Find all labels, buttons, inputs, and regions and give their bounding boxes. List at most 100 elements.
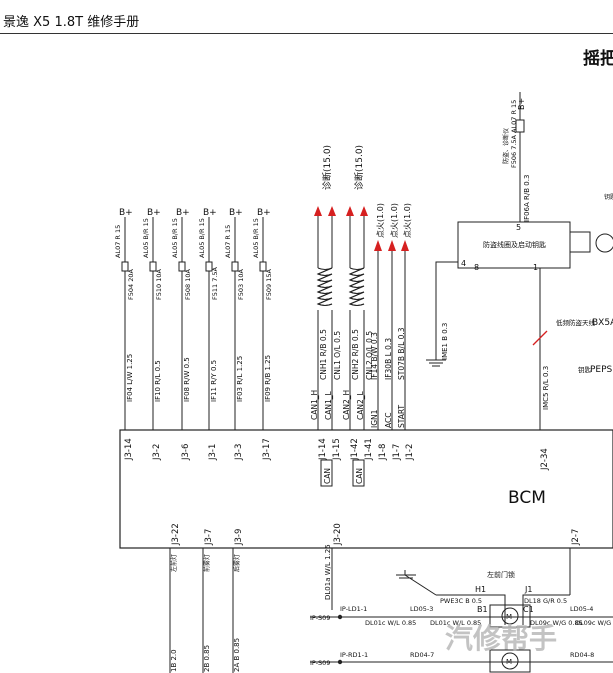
immo-pin: J2-34 bbox=[540, 448, 550, 471]
wiring-diagram: 摇把 BCM B+ B+ B+ B+ B+ B+ AL07 R 15 AL05 … bbox=[114, 48, 613, 673]
relay-code: AL05 B/R 15 bbox=[142, 218, 150, 258]
connector-label: RD04-7 bbox=[410, 651, 434, 659]
wire-code: IF08 R/W 0.5 bbox=[183, 357, 191, 402]
lower-label: 左前灯 bbox=[170, 554, 178, 572]
left-pin-labels: J3-14 J3-2 J3-6 J3-1 J3-3 J3-17 bbox=[124, 438, 272, 461]
fuse-name: F503 10A bbox=[237, 269, 245, 300]
can-box-label: CAN bbox=[355, 468, 364, 484]
can-box-label: CAN bbox=[323, 468, 332, 484]
section-title: 摇把 bbox=[583, 48, 613, 69]
ignition-arrow-labels: 点火(1.0) 点火(1.0) 点火(1.0) bbox=[376, 203, 412, 238]
watermark: 汽修帮手 bbox=[445, 622, 557, 655]
can-boxes: CAN CAN bbox=[320, 459, 365, 487]
bx5a-note: 低频防盗天线 bbox=[556, 318, 596, 327]
bottom-left-wire: 2A B 0.85 bbox=[233, 638, 241, 672]
antitheft-fuse: F506 7.5A AL07 R 15 bbox=[510, 100, 518, 168]
fuse-name: F509 15A bbox=[265, 269, 273, 300]
ignition-arrow-label: 点火(1.0) bbox=[376, 203, 385, 238]
bplus-right-label: B+ bbox=[517, 98, 526, 110]
ignition-pin-labels: J1-8 J1-7 J1-2 bbox=[378, 444, 415, 461]
pin-label: J1-15 bbox=[332, 438, 342, 461]
can-arrow-label: 诊断(15.0) bbox=[321, 145, 333, 190]
antitheft-pin: 4 bbox=[461, 259, 466, 268]
ignition-name: ACC bbox=[384, 413, 393, 428]
connector-label: RD04-8 bbox=[570, 651, 594, 659]
can-arrow-label: 诊断(15.0) bbox=[353, 145, 365, 190]
bplus-label: B+ bbox=[119, 208, 133, 218]
can-wire-name: CAN1_L bbox=[324, 391, 333, 420]
lower-pin-labels: J3-22 J3-7 J3-9 J3-20 J2-7 bbox=[171, 523, 581, 546]
pin-label: J3-14 bbox=[124, 438, 134, 461]
antitheft-pin: 5 bbox=[516, 223, 521, 232]
pin-label: J1-2 bbox=[405, 444, 415, 461]
pin-label: J3-3 bbox=[234, 444, 244, 461]
bottom-left-wire: 2B 0.85 bbox=[203, 645, 211, 672]
wire-code: IF03 R/L 1.25 bbox=[236, 356, 244, 402]
bplus-label: B+ bbox=[176, 208, 190, 218]
antitheft-wire: IF06A R/B 0.3 bbox=[523, 175, 531, 222]
ignition-name: START bbox=[397, 404, 406, 428]
antitheft-module-label: 防盗线圈及启动钥匙 bbox=[483, 240, 546, 249]
ignition-wire-code: ST07B B/L 0.3 bbox=[397, 327, 406, 380]
ignition-labels: IF14 B/W 0.3 IF30B L 0.3 ST07B B/L 0.3 I… bbox=[370, 327, 406, 428]
wire-code: IF04 L/W 1.25 bbox=[126, 354, 134, 402]
wire-code: IF10 R/L 0.5 bbox=[154, 360, 162, 402]
ignition-arrow-label: 点火(1.0) bbox=[403, 203, 412, 238]
lower-label: 后雾灯 bbox=[233, 554, 241, 572]
bplus-label: B+ bbox=[203, 208, 217, 218]
pin-label: J1-41 bbox=[364, 438, 374, 461]
can-wire-name: CAN1_H bbox=[310, 390, 319, 420]
pin-label: J1-8 bbox=[378, 444, 388, 461]
ignition-name: IGN1 bbox=[370, 409, 379, 428]
lower-vertical-labels: 左前灯 前雾灯 后雾灯 bbox=[170, 554, 241, 572]
pin-label: J3-7 bbox=[204, 529, 214, 546]
relay-code: AL05 B/R 15 bbox=[171, 218, 179, 258]
fuse-name: F510 10A bbox=[155, 269, 163, 300]
can-arrows bbox=[314, 206, 368, 216]
fuse-name: F511 7.5A bbox=[211, 266, 219, 300]
ignition-wire-code: IF30B L 0.3 bbox=[384, 338, 393, 380]
fuse-names: F504 20A F510 10A F508 10A F511 7.5A F50… bbox=[127, 266, 273, 300]
fuse-name: F508 10A bbox=[184, 269, 192, 300]
antitheft-fuse-note: 防盗、诊断仪 bbox=[502, 128, 510, 164]
bcm-label: BCM bbox=[508, 488, 546, 508]
fuse-name: F504 20A bbox=[127, 269, 135, 300]
wire-code: IF09 R/B 1.25 bbox=[264, 355, 272, 402]
lower-wire: DL01a W/L 1.25 bbox=[324, 544, 332, 600]
pin-label: J1-42 bbox=[350, 438, 360, 461]
ignition-arrow-label: 点火(1.0) bbox=[390, 203, 399, 238]
ignition-wire-code: IF14 B/W 0.3 bbox=[370, 332, 379, 380]
door-pin-b1: B1 bbox=[477, 605, 488, 614]
splice-label: IP-S09 bbox=[310, 659, 330, 667]
relay-code: AL07 R 15 bbox=[224, 225, 232, 258]
ignition-arrows bbox=[374, 240, 409, 251]
antitheft-section: B+ F506 7.5A AL07 R 15 防盗、诊断仪 IF06A R/B … bbox=[426, 92, 613, 471]
can-wire-code: CNH2 R/B 0.5 bbox=[351, 329, 360, 380]
pin-label: J1-7 bbox=[392, 444, 402, 461]
pin-label: J3-9 bbox=[234, 529, 244, 546]
door-wire-right: DL18 G/R 0.5 bbox=[524, 597, 567, 605]
wire-code: IF11 R/Y 0.5 bbox=[210, 360, 218, 402]
connector-label: IP-RD1-1 bbox=[340, 651, 368, 659]
pin-label: J3-2 bbox=[152, 444, 162, 461]
bplus-label: B+ bbox=[257, 208, 271, 218]
page-header: 景逸 X5 1.8T 维修手册 bbox=[0, 0, 613, 34]
can-wire-labels: CAN1_H CAN1_L CAN2_H CAN2_L CNH1 R/B 0.5… bbox=[310, 329, 374, 420]
door-pin-h1: H1 bbox=[475, 585, 486, 594]
wire-codes: IF04 L/W 1.25 IF10 R/L 0.5 IF08 R/W 0.5 … bbox=[126, 354, 272, 402]
door-wire-left: PWE3C B 0.5 bbox=[440, 597, 482, 605]
document-title: 景逸 X5 1.8T 维修手册 bbox=[3, 15, 140, 30]
bottom-left-wires: 1B 2.0 2B 0.85 2A B 0.85 bbox=[170, 638, 241, 672]
connector-label: LD05-3 bbox=[410, 605, 433, 613]
door-ground bbox=[396, 570, 437, 596]
side-tag: 钥匙 bbox=[604, 193, 613, 201]
can-arrow-labels: 诊断(15.0) 诊断(15.0) bbox=[321, 145, 365, 190]
relay-code: AL05 B/R 15 bbox=[198, 218, 206, 258]
bottom-wire: DL01c W/L 0.85 bbox=[365, 619, 416, 627]
bplus-label: B+ bbox=[147, 208, 161, 218]
relay-code: AL05 B/R 15 bbox=[252, 218, 260, 258]
lower-label: 前雾灯 bbox=[203, 554, 211, 572]
door-lock-title: 左前门锁 bbox=[487, 570, 515, 579]
connector-label: IP-LD1-1 bbox=[340, 605, 367, 613]
bx5a-label: BX5A bbox=[592, 318, 613, 328]
